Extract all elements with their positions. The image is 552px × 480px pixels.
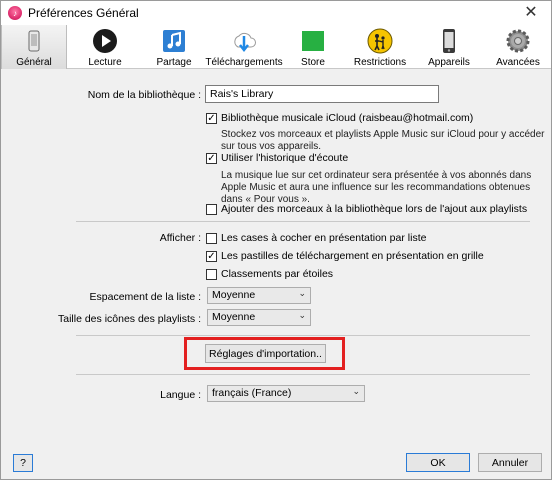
icloud-description-line-1: Stockez vos morceaux et playlists Apple … bbox=[221, 129, 545, 140]
section-divider bbox=[76, 374, 530, 375]
tab-label: Partage bbox=[156, 57, 192, 68]
tab-label: Téléchargements bbox=[205, 57, 283, 68]
import-settings-button[interactable]: Réglages d'importation.. bbox=[205, 344, 326, 363]
parental-icon bbox=[367, 28, 393, 54]
chevron-down-icon: ⌄ bbox=[352, 386, 360, 396]
show-label: Afficher : bbox=[159, 232, 201, 244]
list-checkboxes-label: Les cases à cocher en présentation par l… bbox=[221, 232, 427, 244]
device-icon bbox=[436, 28, 462, 54]
list-checkboxes-checkbox[interactable] bbox=[206, 233, 217, 244]
add-to-library-checkbox[interactable] bbox=[206, 204, 217, 215]
history-description-line-1: La musique lue sur cet ordinateur sera p… bbox=[221, 170, 532, 181]
download-icon bbox=[231, 28, 257, 54]
language-label: Langue : bbox=[160, 389, 201, 401]
library-name-label: Nom de la bibliothèque : bbox=[87, 89, 201, 101]
tab-general[interactable]: Général bbox=[1, 25, 67, 69]
playlist-icon-size-value: Moyenne bbox=[212, 311, 256, 323]
phone-icon bbox=[21, 28, 47, 54]
general-pane: Nom de la bibliothèque : Bibliothèque mu… bbox=[1, 70, 551, 450]
title-bar: ♪ Préférences Général ✕ bbox=[1, 1, 551, 25]
history-description-line-2: Apple Music et aura une influence sur le… bbox=[221, 182, 531, 193]
listening-history-label: Utiliser l'historique d'écoute bbox=[221, 152, 349, 164]
list-spacing-label: Espacement de la liste : bbox=[89, 291, 201, 303]
listening-history-checkbox[interactable] bbox=[206, 153, 217, 164]
list-spacing-value: Moyenne bbox=[212, 289, 256, 301]
tab-store[interactable]: Store bbox=[291, 25, 335, 69]
download-badges-checkbox[interactable] bbox=[206, 251, 217, 262]
tab-devices[interactable]: Appareils bbox=[423, 25, 475, 69]
playlist-icon-size-dropdown[interactable]: Moyenne ⌄ bbox=[207, 309, 311, 326]
language-dropdown[interactable]: français (France) ⌄ bbox=[207, 385, 365, 402]
gear-icon bbox=[505, 28, 531, 54]
play-icon bbox=[92, 28, 118, 54]
tab-label: Restrictions bbox=[353, 57, 407, 68]
language-value: français (France) bbox=[212, 387, 292, 399]
download-badges-label: Les pastilles de téléchargement en prése… bbox=[221, 250, 484, 262]
music-note-icon bbox=[161, 28, 187, 54]
tab-restrictions[interactable]: Restrictions bbox=[349, 25, 411, 69]
help-button[interactable]: ? bbox=[13, 454, 33, 472]
tab-label: Appareils bbox=[428, 57, 470, 68]
list-spacing-dropdown[interactable]: Moyenne ⌄ bbox=[207, 287, 311, 304]
tab-playback[interactable]: Lecture bbox=[77, 25, 133, 69]
library-name-field[interactable] bbox=[205, 85, 439, 103]
playlist-icon-size-label: Taille des icônes des playlists : bbox=[58, 313, 201, 325]
itunes-app-icon: ♪ bbox=[8, 6, 22, 20]
chevron-down-icon: ⌄ bbox=[298, 288, 306, 298]
window-title: Préférences Général bbox=[28, 6, 139, 20]
cancel-button[interactable]: Annuler bbox=[478, 453, 542, 472]
tab-downloads[interactable]: Téléchargements bbox=[204, 25, 284, 69]
tab-label: Lecture bbox=[88, 57, 122, 68]
preferences-window: ♪ Préférences Général ✕ Général Lecture bbox=[0, 0, 552, 480]
tab-label: Avancées bbox=[496, 57, 540, 68]
add-to-library-label: Ajouter des morceaux à la bibliothèque l… bbox=[221, 203, 528, 215]
section-divider bbox=[76, 335, 530, 336]
tab-label: Général bbox=[16, 57, 52, 68]
store-icon bbox=[300, 28, 326, 54]
tab-sharing[interactable]: Partage bbox=[147, 25, 201, 69]
section-divider bbox=[76, 221, 530, 222]
icloud-music-library-checkbox[interactable] bbox=[206, 113, 217, 124]
star-ratings-label: Classements par étoiles bbox=[221, 268, 334, 280]
tab-label: Store bbox=[301, 57, 325, 68]
close-icon[interactable]: ✕ bbox=[521, 3, 541, 23]
chevron-down-icon: ⌄ bbox=[298, 310, 306, 320]
ok-button[interactable]: OK bbox=[406, 453, 470, 472]
preferences-toolbar: Général Lecture Partage Téléchargements … bbox=[1, 25, 551, 69]
star-ratings-checkbox[interactable] bbox=[206, 269, 217, 280]
tab-advanced[interactable]: Avancées bbox=[491, 25, 545, 69]
icloud-music-library-label: Bibliothèque musicale iCloud (raisbeau@h… bbox=[221, 112, 474, 124]
